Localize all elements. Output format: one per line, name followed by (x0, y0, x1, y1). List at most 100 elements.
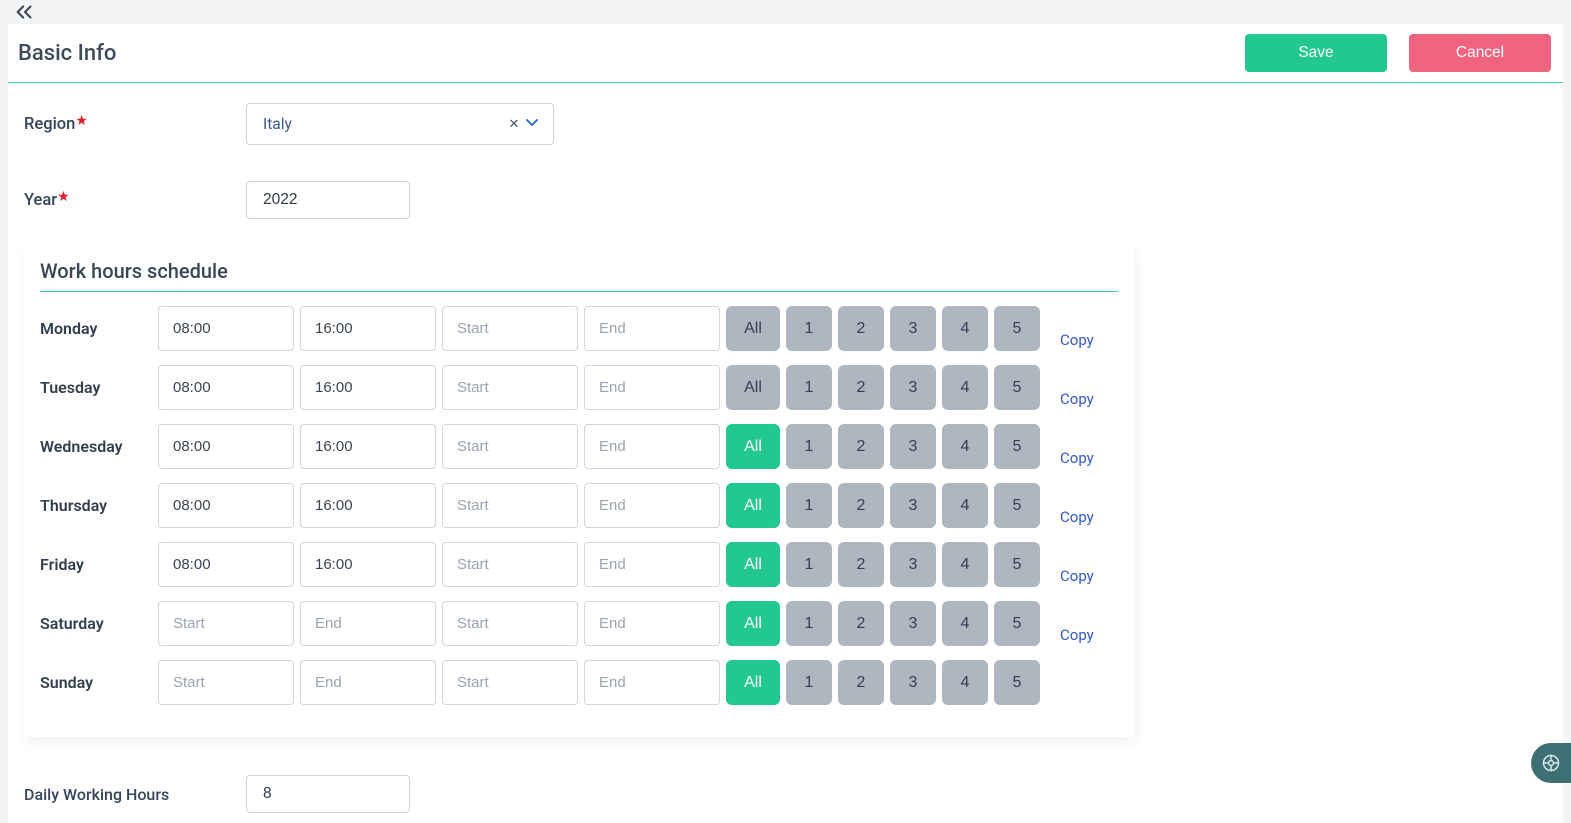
end-time-input[interactable] (584, 542, 720, 587)
week-number-button[interactable]: 2 (838, 660, 884, 705)
week-number-button[interactable]: 4 (942, 424, 988, 469)
end-time-input[interactable] (584, 424, 720, 469)
day-row: Thursday All12345 Copy (40, 483, 1118, 528)
end-time-input[interactable] (300, 542, 436, 587)
day-label: Sunday (40, 673, 158, 692)
week-number-button[interactable]: 4 (942, 365, 988, 410)
week-number-button[interactable]: 4 (942, 483, 988, 528)
start-time-input[interactable] (442, 365, 578, 410)
week-number-button[interactable]: 3 (890, 542, 936, 587)
schedule-title: Work hours schedule (40, 259, 1118, 292)
start-time-input[interactable] (442, 542, 578, 587)
copy-link[interactable]: Copy (1060, 331, 1094, 351)
end-time-input[interactable] (300, 483, 436, 528)
cancel-button[interactable]: Cancel (1409, 34, 1551, 72)
day-row: Sunday All12345 (40, 660, 1118, 705)
end-time-input[interactable] (300, 660, 436, 705)
region-select[interactable]: Italy ✕ (246, 103, 554, 145)
week-number-button[interactable]: 1 (786, 660, 832, 705)
start-time-input[interactable] (158, 660, 294, 705)
week-number-button[interactable]: 5 (994, 365, 1040, 410)
week-number-button[interactable]: 4 (942, 601, 988, 646)
week-number-button[interactable]: 5 (994, 306, 1040, 351)
start-time-input[interactable] (442, 306, 578, 351)
week-number-button[interactable]: 4 (942, 306, 988, 351)
week-number-button[interactable]: 2 (838, 365, 884, 410)
start-time-input[interactable] (442, 601, 578, 646)
end-time-input[interactable] (300, 365, 436, 410)
week-number-button[interactable]: 4 (942, 660, 988, 705)
clear-icon[interactable]: ✕ (505, 117, 523, 132)
save-button[interactable]: Save (1245, 34, 1387, 72)
day-label: Thursday (40, 496, 158, 515)
copy-link[interactable]: Copy (1060, 567, 1094, 587)
all-button[interactable]: All (726, 542, 780, 587)
week-number-button[interactable]: 1 (786, 424, 832, 469)
week-number-button[interactable]: 1 (786, 483, 832, 528)
week-number-button[interactable]: 5 (994, 601, 1040, 646)
week-number-button[interactable]: 5 (994, 424, 1040, 469)
week-number-button[interactable]: 3 (890, 601, 936, 646)
week-number-button[interactable]: 3 (890, 483, 936, 528)
start-time-input[interactable] (158, 483, 294, 528)
week-number-button[interactable]: 1 (786, 306, 832, 351)
daily-working-hours-input[interactable] (246, 775, 410, 813)
week-number-button[interactable]: 2 (838, 306, 884, 351)
week-number-button[interactable]: 2 (838, 601, 884, 646)
day-row: WednesdayAll12345Copy (40, 424, 1118, 469)
all-button[interactable]: All (726, 306, 780, 351)
all-button[interactable]: All (726, 660, 780, 705)
start-time-input[interactable] (442, 483, 578, 528)
day-row: MondayAll12345Copy (40, 306, 1118, 351)
week-number-button[interactable]: 5 (994, 660, 1040, 705)
end-time-input[interactable] (584, 660, 720, 705)
week-number-button[interactable]: 5 (994, 542, 1040, 587)
week-number-button[interactable]: 2 (838, 424, 884, 469)
start-time-input[interactable] (158, 424, 294, 469)
end-time-input[interactable] (300, 306, 436, 351)
year-label: Year★ (24, 191, 246, 210)
end-time-input[interactable] (584, 483, 720, 528)
end-time-input[interactable] (300, 424, 436, 469)
day-row: Saturday All12345 Copy (40, 601, 1118, 646)
end-time-input[interactable] (584, 601, 720, 646)
all-button[interactable]: All (726, 483, 780, 528)
region-label: Region★ (24, 115, 246, 134)
week-number-button[interactable]: 1 (786, 542, 832, 587)
week-number-button[interactable]: 3 (890, 660, 936, 705)
collapse-icon[interactable] (14, 6, 36, 24)
chevron-down-icon[interactable] (523, 115, 541, 133)
start-time-input[interactable] (158, 601, 294, 646)
start-time-input[interactable] (158, 542, 294, 587)
year-input[interactable] (246, 181, 410, 219)
week-number-button[interactable]: 2 (838, 542, 884, 587)
week-number-button[interactable]: 2 (838, 483, 884, 528)
day-label: Friday (40, 555, 158, 574)
week-number-button[interactable]: 3 (890, 306, 936, 351)
all-button[interactable]: All (726, 365, 780, 410)
week-number-button[interactable]: 3 (890, 365, 936, 410)
week-number-button[interactable]: 1 (786, 601, 832, 646)
day-row: Friday All12345 Copy (40, 542, 1118, 587)
day-label: Saturday (40, 614, 158, 633)
week-number-button[interactable]: 5 (994, 483, 1040, 528)
copy-link[interactable]: Copy (1060, 390, 1094, 410)
end-time-input[interactable] (300, 601, 436, 646)
week-number-button[interactable]: 1 (786, 365, 832, 410)
all-button[interactable]: All (726, 601, 780, 646)
copy-link[interactable]: Copy (1060, 626, 1094, 646)
start-time-input[interactable] (158, 365, 294, 410)
start-time-input[interactable] (442, 660, 578, 705)
help-fab[interactable] (1531, 743, 1571, 783)
all-button[interactable]: All (726, 424, 780, 469)
end-time-input[interactable] (584, 306, 720, 351)
copy-link[interactable]: Copy (1060, 508, 1094, 528)
start-time-input[interactable] (442, 424, 578, 469)
page-title: Basic Info (18, 41, 116, 66)
start-time-input[interactable] (158, 306, 294, 351)
day-label: Tuesday (40, 378, 158, 397)
week-number-button[interactable]: 4 (942, 542, 988, 587)
end-time-input[interactable] (584, 365, 720, 410)
copy-link[interactable]: Copy (1060, 449, 1094, 469)
week-number-button[interactable]: 3 (890, 424, 936, 469)
